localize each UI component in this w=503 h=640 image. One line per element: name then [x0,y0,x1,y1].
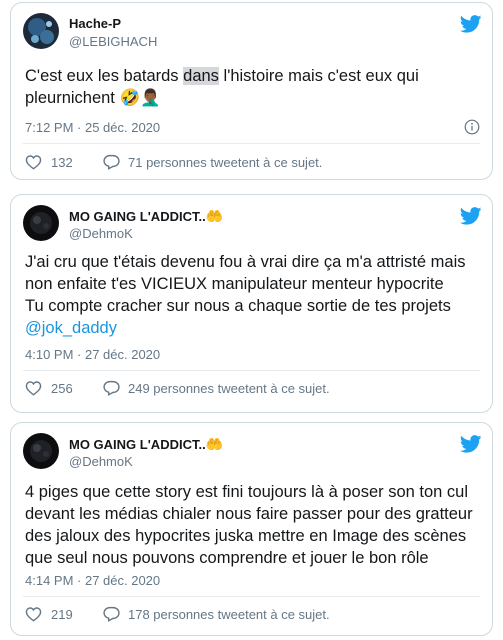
like-count[interactable]: 132 [51,155,73,170]
tweet-card[interactable]: MO GAING L'ADDICT..🤲 @DehmoK 4 piges que… [10,422,493,636]
avatar[interactable] [23,433,59,469]
conversation-link[interactable]: 71 personnes tweetent à ce sujet. [128,155,322,170]
twitter-bird-icon[interactable] [460,207,482,225]
divider [23,143,480,144]
author-handle[interactable]: @LEBIGHACH [69,34,157,49]
reply-bubble-icon[interactable] [103,380,120,396]
highlighted-word: dans [183,67,219,85]
tweet-text-line: pleurnichent 🤣🤦🏾‍♂️ [25,89,161,107]
info-icon[interactable] [464,119,480,135]
divider [23,370,480,371]
author-name-text: MO GAING L'ADDICT.. [69,437,206,452]
conversation-link[interactable]: 249 personnes tweetent à ce sujet. [128,381,330,396]
tweet-text-line: J'ai cru que t'étais devenu fou à vrai d… [25,253,466,271]
hands-emoji: 🤲 [205,208,224,224]
like-count[interactable]: 256 [51,381,73,396]
tweet-card[interactable]: MO GAING L'ADDICT..🤲 @DehmoK J'ai cru qu… [10,194,493,413]
author-handle[interactable]: @DehmoK [69,454,133,469]
tweet-text: 4 piges que cette story est fini toujour… [25,481,480,569]
heart-icon[interactable] [25,154,42,170]
author-name[interactable]: MO GAING L'ADDICT..🤲 [69,436,223,453]
tweet-header: Hache-P @LEBIGHACH [23,13,463,53]
tweet-text-part: l'histoire mais c'est eux qui [218,67,419,85]
tweet-timestamp[interactable]: 7:12 PM · 25 déc. 2020 [25,120,160,135]
reply-bubble-icon[interactable] [103,154,120,170]
tweet-text: J'ai cru que t'étais devenu fou à vrai d… [25,251,480,339]
avatar[interactable] [23,13,59,49]
author-name[interactable]: MO GAING L'ADDICT..🤲 [69,208,223,225]
twitter-bird-icon[interactable] [460,435,482,453]
heart-icon[interactable] [25,606,42,622]
like-count[interactable]: 219 [51,607,73,622]
tweet-text-line: non enfaite t'es VICIEUX manipulateur me… [25,275,444,293]
tweet-text-line: devant les médias chialer nous faire pas… [25,505,473,523]
author-handle[interactable]: @DehmoK [69,226,133,241]
mention-link[interactable]: @jok_daddy [25,317,480,339]
divider [23,596,480,597]
author-name-text: MO GAING L'ADDICT.. [69,209,206,224]
tweet-card[interactable]: Hache-P @LEBIGHACH C'est eux les batards… [10,2,493,180]
twitter-bird-icon[interactable] [460,15,482,33]
tweet-text-line: des jaloux des hypocrites juska mettre e… [25,527,467,545]
tweet-timestamp[interactable]: 4:10 PM · 27 déc. 2020 [25,347,160,362]
heart-icon[interactable] [25,380,42,396]
hands-emoji: 🤲 [205,436,224,452]
tweet-timestamp[interactable]: 4:14 PM · 27 déc. 2020 [25,573,160,588]
tweet-text: C'est eux les batards dans l'histoire ma… [25,65,480,109]
tweet-header: MO GAING L'ADDICT..🤲 @DehmoK [23,205,463,245]
author-name[interactable]: Hache-P [69,16,121,31]
tweet-text-line: 4 piges que cette story est fini toujour… [25,483,469,501]
avatar[interactable] [23,205,59,241]
tweet-text-part: C'est eux les batards [25,67,184,85]
conversation-link[interactable]: 178 personnes tweetent à ce sujet. [128,607,330,622]
tweet-text-line: que seul nous pouvons comprendre et joue… [25,549,429,567]
tweet-header: MO GAING L'ADDICT..🤲 @DehmoK [23,433,463,473]
reply-bubble-icon[interactable] [103,606,120,622]
tweet-text-line: Tu compte cracher sur nous a chaque sort… [25,297,451,315]
